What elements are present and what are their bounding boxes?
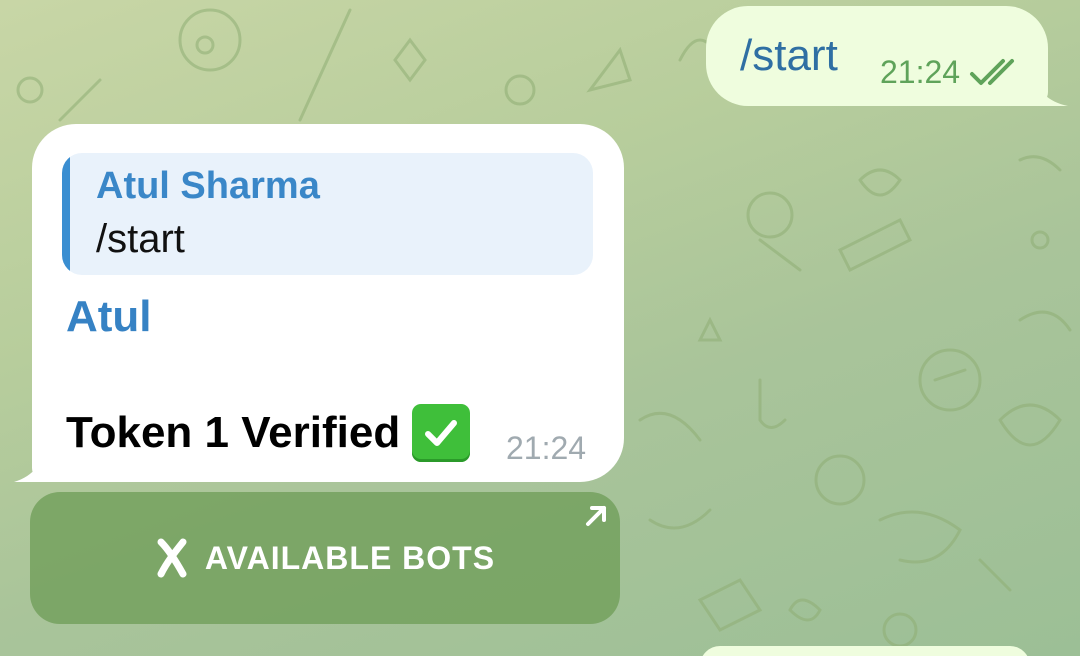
incoming-message-text: Token 1 Verified [66, 404, 471, 462]
outgoing-message-meta: 21:24 [880, 52, 1022, 92]
reply-quoted-text: /start [96, 217, 185, 261]
available-bots-button[interactable]: AVAILABLE BOTS [30, 492, 620, 624]
available-bots-label: AVAILABLE BOTS [204, 539, 496, 576]
external-arrow-icon [586, 506, 606, 526]
outgoing-message-time: 21:24 [880, 53, 961, 90]
outgoing-message-text: /start [740, 31, 838, 80]
reply-author-name: Atul Sharma [96, 165, 320, 207]
reply-accent-bar [62, 153, 70, 275]
green-check-emoji [412, 404, 471, 462]
incoming-message-time: 21:24 [506, 430, 587, 466]
message-body: Token 1 Verified [66, 408, 401, 457]
double-check-icon [970, 59, 1015, 85]
sender-name[interactable]: Atul [66, 292, 152, 342]
reply-quote[interactable]: Atul Sharma /start [62, 153, 593, 275]
next-message-bubble-edge [700, 646, 1030, 656]
x-mark-icon [157, 538, 187, 578]
chat-background: /start 21:24 Atul Sharma /start Atul Tok… [0, 0, 1080, 656]
